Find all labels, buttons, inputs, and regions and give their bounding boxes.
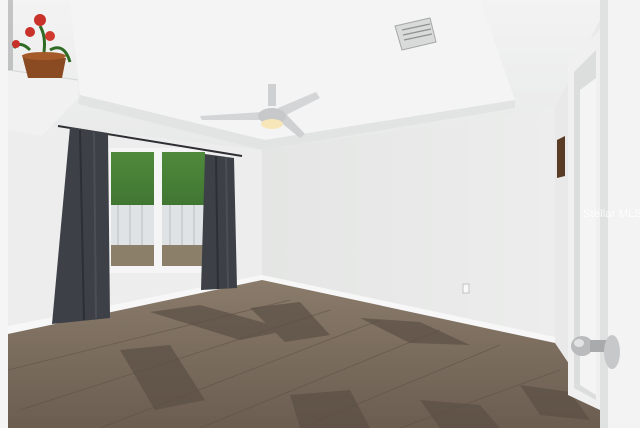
window xyxy=(108,148,208,273)
curtain-right xyxy=(201,154,237,290)
wall-outlet xyxy=(462,283,470,294)
room-illustration xyxy=(0,0,640,428)
wall-decor xyxy=(557,136,565,178)
left-door-frame xyxy=(0,0,8,428)
watermark-text: Stellar MLS xyxy=(583,208,640,220)
room-photo: Stellar MLS xyxy=(0,0,640,428)
